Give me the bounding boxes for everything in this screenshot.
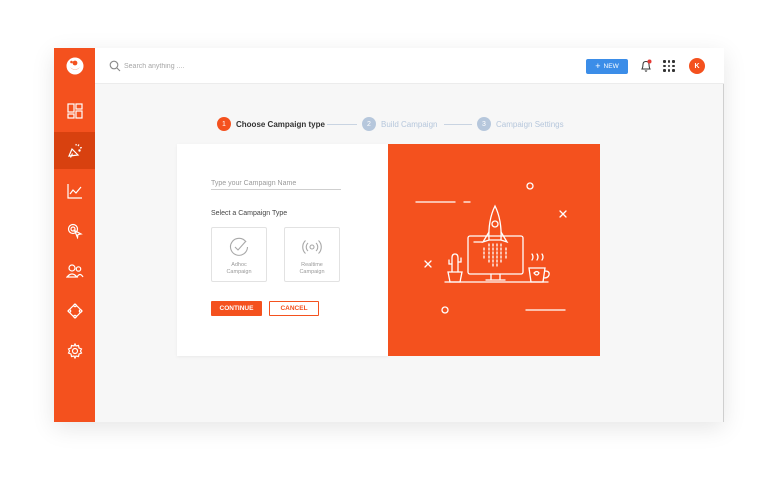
plus-icon: + bbox=[595, 61, 601, 71]
sidebar-item-campaigns[interactable] bbox=[54, 132, 95, 169]
step-label: Campaign Settings bbox=[496, 119, 564, 129]
search-input[interactable] bbox=[124, 58, 324, 74]
settings-gear-icon bbox=[67, 342, 82, 359]
campaign-type-adhoc[interactable]: Adhoc Campaign bbox=[211, 227, 267, 282]
notification-bell-icon[interactable] bbox=[640, 59, 652, 73]
continue-button[interactable]: CONTINUE bbox=[211, 301, 262, 316]
step-connector bbox=[327, 124, 357, 125]
realtime-broadcast-icon bbox=[302, 240, 322, 254]
campaign-type-realtime[interactable]: Realtime Campaign bbox=[284, 227, 340, 282]
new-button[interactable]: + NEW bbox=[586, 59, 628, 74]
step-number: 3 bbox=[477, 117, 491, 131]
adhoc-check-icon bbox=[229, 237, 249, 256]
step-choose-type[interactable]: 1 Choose Campaign type bbox=[217, 117, 325, 131]
sidebar bbox=[54, 48, 95, 422]
sidebar-item-settings[interactable] bbox=[54, 332, 95, 369]
apps-grid-icon[interactable] bbox=[663, 60, 675, 72]
step-connector bbox=[444, 124, 472, 125]
cancel-button[interactable]: CANCEL bbox=[269, 301, 319, 316]
dashboard-icon bbox=[66, 102, 83, 119]
campaign-form-card: Select a Campaign Type Adhoc Campaign Re… bbox=[177, 144, 388, 356]
step-build-campaign[interactable]: 2 Build Campaign bbox=[362, 117, 437, 131]
sidebar-item-analytics[interactable] bbox=[54, 172, 95, 209]
top-bar: + NEW K bbox=[95, 48, 724, 84]
campaign-type-label: Realtime Campaign bbox=[299, 262, 325, 275]
target-click-icon bbox=[67, 223, 83, 239]
avatar[interactable]: K bbox=[689, 58, 705, 74]
campaign-type-label: Adhoc Campaign bbox=[226, 262, 252, 275]
app-window: + NEW K 1 Choose Campaign type 2 Build C… bbox=[54, 48, 724, 422]
sidebar-item-users[interactable] bbox=[54, 252, 95, 289]
logo-icon bbox=[66, 57, 83, 75]
select-type-label: Select a Campaign Type bbox=[211, 210, 288, 217]
step-label: Choose Campaign type bbox=[236, 119, 325, 129]
step-campaign-settings[interactable]: 3 Campaign Settings bbox=[477, 117, 564, 131]
step-label: Build Campaign bbox=[381, 119, 438, 129]
step-number: 1 bbox=[217, 117, 231, 131]
analytics-chart-icon bbox=[66, 183, 82, 199]
new-button-label: NEW bbox=[603, 63, 619, 70]
campaign-megaphone-icon bbox=[67, 143, 82, 158]
campaign-name-field[interactable] bbox=[211, 178, 341, 190]
sidebar-item-dashboard[interactable] bbox=[54, 92, 95, 129]
sidebar-item-integrations[interactable] bbox=[54, 292, 95, 329]
step-number: 2 bbox=[362, 117, 376, 131]
search-icon bbox=[109, 60, 121, 72]
scrollbar[interactable] bbox=[723, 84, 724, 422]
integrations-icon bbox=[66, 302, 83, 319]
rocket-launch-illustration bbox=[415, 182, 567, 314]
sidebar-item-targeting[interactable] bbox=[54, 212, 95, 249]
rocket-illustration-panel bbox=[388, 144, 600, 356]
app-logo[interactable] bbox=[54, 48, 95, 84]
campaign-stepper: 1 Choose Campaign type 2 Build Campaign … bbox=[217, 117, 577, 131]
users-icon bbox=[65, 263, 84, 278]
